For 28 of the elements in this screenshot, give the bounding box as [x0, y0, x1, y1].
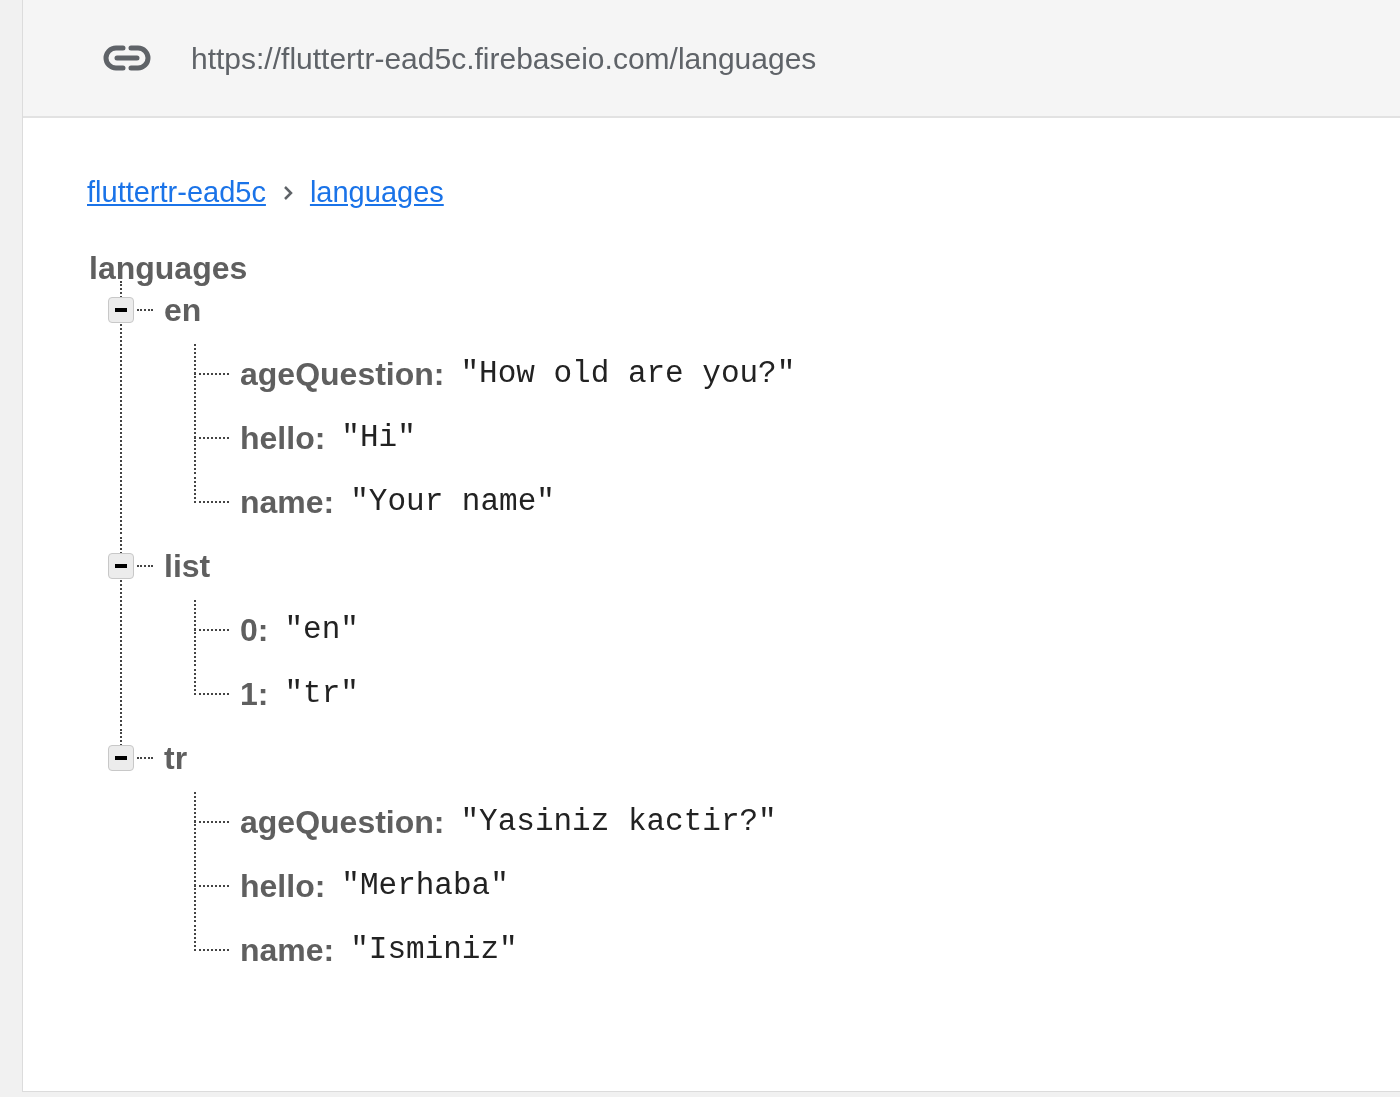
breadcrumb-link[interactable]: languages [309, 171, 444, 215]
field-key: hello: [240, 862, 326, 910]
collapse-toggle[interactable] [108, 297, 134, 323]
collapse-toggle[interactable] [108, 745, 134, 771]
link-icon [103, 45, 151, 71]
field-value: "Yasiniz kactir?" [460, 802, 777, 841]
field-value: "Hi" [341, 418, 416, 457]
field-key: 0: [240, 606, 269, 654]
collapse-toggle[interactable] [108, 553, 134, 579]
field-key: ageQuestion: [240, 798, 445, 846]
field-value: "tr" [284, 674, 359, 713]
field-value: "Your name" [350, 482, 555, 521]
field-key: 1: [240, 670, 269, 718]
breadcrumb-link[interactable]: fluttertr-ead5c [87, 171, 266, 215]
chevron-right-icon [281, 184, 294, 202]
node-key[interactable]: list [164, 542, 211, 590]
field-value: "Merhaba" [341, 866, 509, 905]
node-key[interactable]: tr [164, 734, 188, 782]
database-url: https://fluttertr-ead5c.firebaseio.com/languages [191, 40, 817, 77]
field-value: "Isminiz" [350, 930, 518, 969]
field-key: name: [240, 478, 335, 526]
root-node-label: languages [89, 249, 249, 288]
node-key[interactable]: en [164, 286, 202, 334]
field-key: ageQuestion: [240, 350, 445, 398]
field-value: "en" [284, 610, 359, 649]
field-key: name: [240, 926, 335, 974]
field-key: hello: [240, 414, 326, 462]
field-value: "How old are you?" [460, 354, 796, 393]
